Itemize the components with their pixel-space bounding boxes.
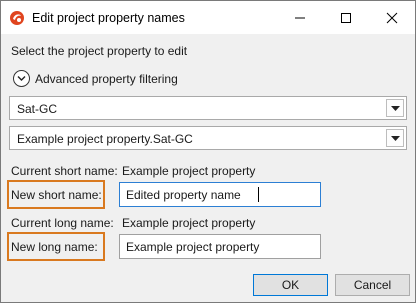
- property-combo[interactable]: Example project property.Sat-GC: [9, 126, 407, 150]
- maximize-icon: [341, 13, 351, 23]
- dropdown-arrow-icon: [391, 106, 400, 111]
- current-long-name-label: Current long name:: [11, 216, 114, 230]
- ok-button[interactable]: OK: [253, 274, 328, 296]
- advanced-filtering-toggle[interactable]: [13, 70, 30, 87]
- new-short-name-text: Edited property name: [126, 188, 241, 202]
- window-title: Edit project property names: [32, 11, 185, 25]
- close-icon: [386, 12, 398, 24]
- new-long-name-label: New long name:: [11, 240, 98, 254]
- current-short-name-value: Example project property: [122, 164, 256, 178]
- instruction-label: Select the project property to edit: [11, 44, 188, 58]
- dialog-window: Edit project property names Select the p…: [0, 0, 416, 303]
- property-group-value: Sat-GC: [17, 102, 58, 116]
- new-short-name-input[interactable]: Edited property name: [119, 182, 321, 207]
- current-short-name-label: Current short name:: [11, 164, 118, 178]
- minimize-button[interactable]: [277, 1, 323, 34]
- dropdown-arrow-icon: [391, 136, 400, 141]
- cancel-button[interactable]: Cancel: [335, 274, 410, 296]
- close-button[interactable]: [369, 1, 415, 34]
- app-logo-icon: [9, 10, 25, 26]
- property-group-combo[interactable]: Sat-GC: [9, 96, 407, 120]
- property-group-dropdown-button[interactable]: [386, 99, 404, 117]
- title-bar[interactable]: Edit project property names: [1, 1, 415, 34]
- current-long-name-value: Example project property: [122, 216, 256, 230]
- text-caret: [258, 187, 259, 202]
- chevron-down-icon: [17, 76, 26, 81]
- maximize-button[interactable]: [323, 1, 369, 34]
- property-dropdown-button[interactable]: [386, 129, 404, 147]
- new-long-name-text: Example project property: [126, 240, 260, 254]
- advanced-filtering-label[interactable]: Advanced property filtering: [35, 72, 178, 86]
- new-short-name-label: New short name:: [11, 188, 102, 202]
- minimize-icon: [295, 17, 305, 19]
- property-value: Example project property.Sat-GC: [17, 132, 193, 146]
- new-long-name-input[interactable]: Example project property: [119, 234, 321, 259]
